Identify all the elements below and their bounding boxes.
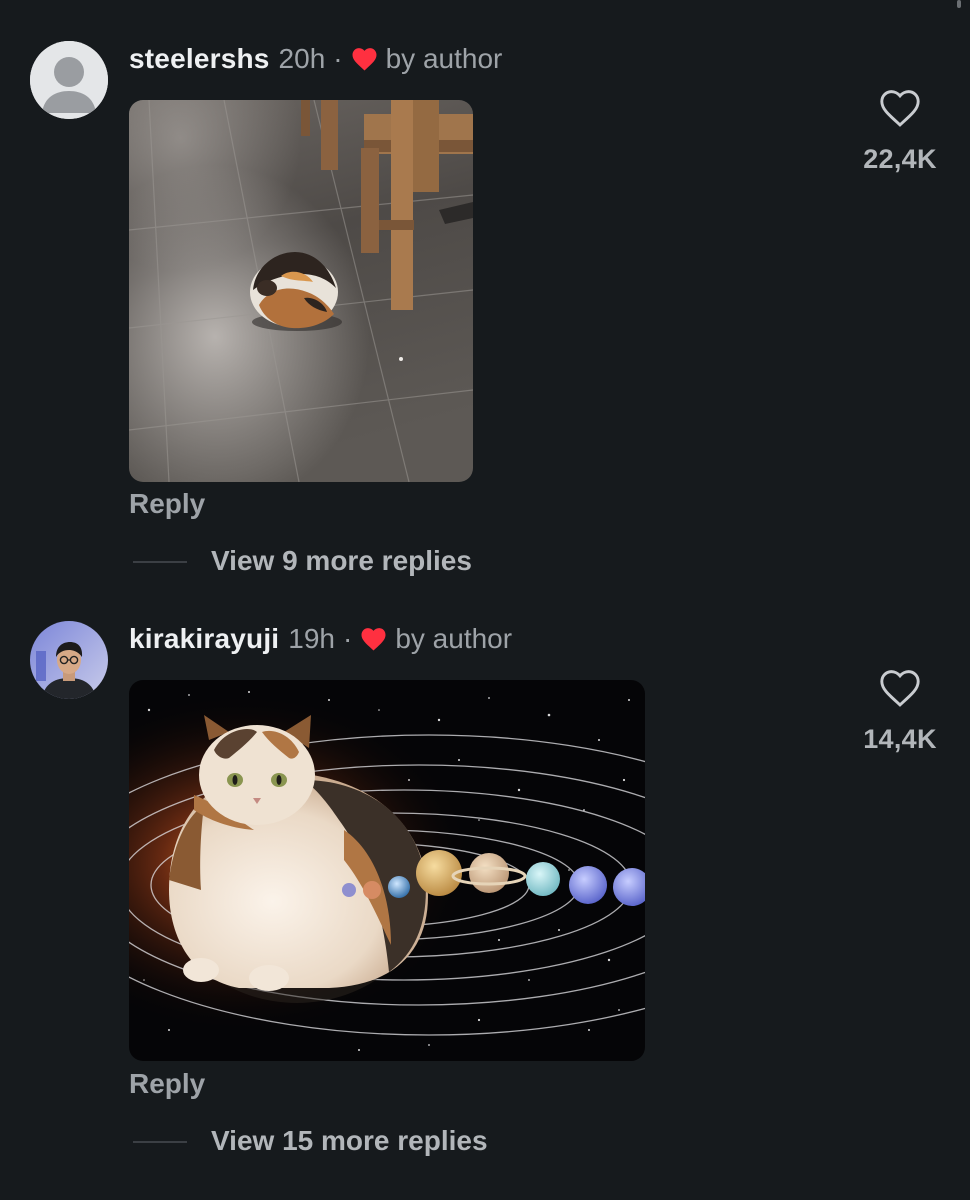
- view-more-replies-button[interactable]: View 15 more replies: [211, 1125, 488, 1157]
- separator-dot: ·: [333, 43, 343, 74]
- default-avatar-icon: [30, 41, 108, 119]
- user-avatar[interactable]: [30, 621, 108, 699]
- heart-filled-icon: [361, 628, 386, 651]
- like-column: 14,4K: [840, 668, 960, 755]
- comment-header: steelershs 20h · by author: [129, 43, 502, 75]
- comment-photo[interactable]: [129, 100, 473, 482]
- replies-divider-line: [133, 561, 187, 563]
- like-column: 22,4K: [840, 88, 960, 175]
- reply-button[interactable]: Reply: [129, 488, 205, 520]
- view-more-replies-button[interactable]: View 9 more replies: [211, 545, 472, 577]
- username[interactable]: kirakirayuji: [129, 623, 279, 655]
- author-liked-badge: by author: [395, 623, 513, 654]
- heart-filled-icon: [352, 48, 377, 71]
- author-liked-badge: by author: [385, 43, 503, 74]
- cat-solar-system-image: [129, 680, 645, 1061]
- heart-outline-icon[interactable]: [878, 668, 922, 708]
- replies-divider-line: [133, 1141, 187, 1143]
- heart-outline-icon[interactable]: [878, 88, 922, 128]
- cat-on-floor-photo: [129, 100, 473, 482]
- comment-1: steelershs 20h · by author Reply View 9 …: [0, 0, 970, 600]
- like-count: 22,4K: [863, 144, 937, 174]
- username[interactable]: steelershs: [129, 43, 270, 75]
- profile-photo-avatar: [30, 621, 108, 699]
- reply-button[interactable]: Reply: [129, 1068, 205, 1100]
- timestamp: 20h: [278, 43, 326, 74]
- user-avatar[interactable]: [30, 41, 108, 119]
- timestamp: 19h: [288, 623, 335, 654]
- comment-header: kirakirayuji 19h · by author: [129, 623, 512, 655]
- separator-dot: ·: [343, 623, 353, 654]
- like-count: 14,4K: [863, 724, 937, 754]
- comment-image[interactable]: [129, 680, 645, 1061]
